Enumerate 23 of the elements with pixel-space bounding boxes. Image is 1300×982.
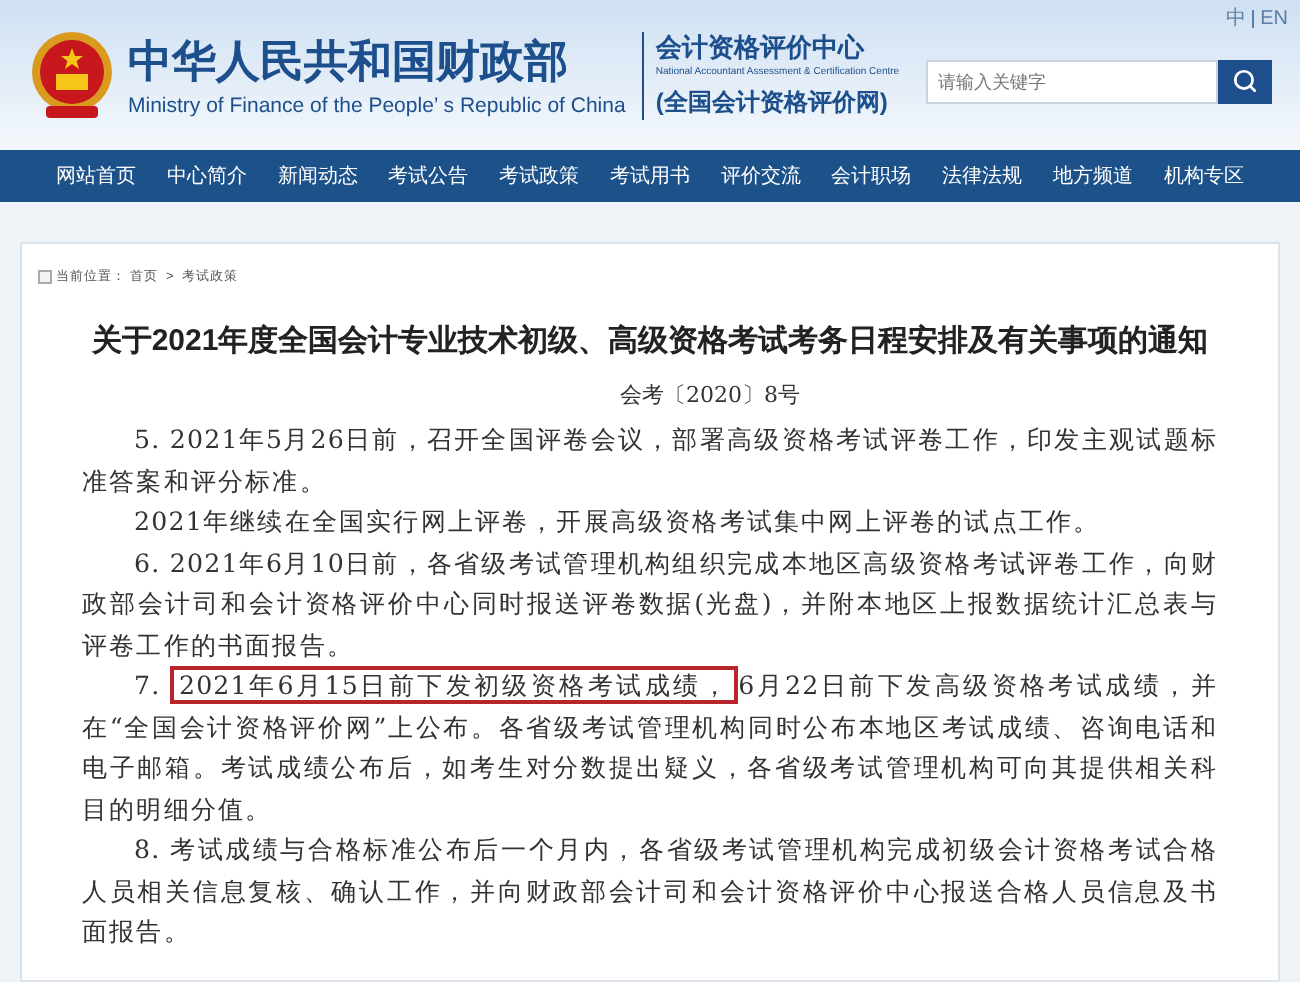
article-paragraph: 7. 2021年6月15日前下发初级资格考试成绩， 6月22日前下发高级资格考试成绩，并在“全国会计资格评价网”上公布。各省级考试管理机构同时公布本地区考试成绩、咨询电话和电子邮箱。考试成绩公布后，如考生对分数提出疑义，各省级考试管理机构可向其提供相关科目的明细分值。 [82, 666, 1218, 828]
nav-link[interactable]: 法律法规 [942, 161, 1023, 191]
center-name: 会计资格评价中心 [655, 31, 867, 63]
article-title: 关于2021年度全国会计专业技术初级、高级资格考试考务日程安排及有关事项的通知 [89, 321, 1211, 362]
network-name: (全国会计资格评价网) [655, 85, 890, 119]
nav-link[interactable]: 考试用书 [609, 161, 690, 191]
article-paragraph: 6. 2021年6月10日前，各省级考试管理机构组织完成本地区高级资格考试评卷工作，向财政部会计司和会计资格评价中心同时报送评卷数据(光盘)，并附本地区上报数据统计汇总表与评卷工作的书面报告。 [82, 545, 1218, 664]
nav-link[interactable]: 考试公告 [388, 161, 469, 191]
nav-link[interactable]: 评价交流 [720, 161, 801, 191]
search-field[interactable]: 请输入关键字 [926, 59, 1218, 103]
nav-link[interactable]: 网站首页 [56, 161, 136, 191]
article-paragraph: 2021年继续在全国实行网上评卷，开展高级资格考试集中网上评卷的试点工作。 [132, 504, 1103, 541]
nav-link[interactable]: 中心简介 [166, 161, 247, 191]
nav-link[interactable]: 会计职场 [831, 161, 912, 191]
nav-link[interactable]: 考试政策 [499, 161, 580, 191]
nav-link[interactable]: 地方频道 [1053, 161, 1134, 191]
article-paragraph: 8. 考试成绩与合格标准公布后一个月内，各省级考试管理机构完成初级会计资格考试合格人员相关信息复核、确认工作，并向财政部会计司和会计资格评价中心报送合格人员信息及书面报告。 [82, 832, 1218, 951]
site-name: 中华人民共和国财政部 [128, 33, 570, 89]
site-name-english: Ministry of Finance of the People’ s Republic of China [128, 91, 626, 119]
article-paragraph: 5. 2021年5月26日前，召开全国评卷会议，部署高级资格考试评卷工作，印发主观试题标准答案和评分标准。 [82, 422, 1218, 500]
document-number: 会考〔2020〕8号 [618, 379, 802, 412]
nav-link[interactable]: 新闻动态 [277, 161, 358, 191]
nav-link[interactable]: 机构专区 [1163, 161, 1244, 191]
